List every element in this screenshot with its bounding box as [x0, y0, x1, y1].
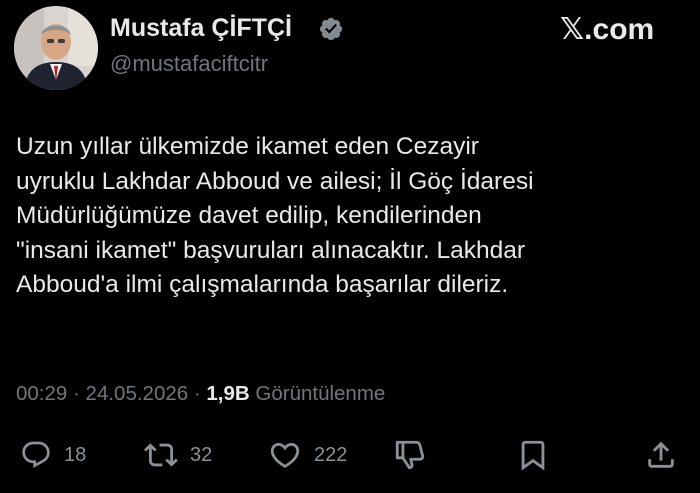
views-label: Görüntülenme: [255, 382, 386, 405]
tweet-text: Uzun yıllar ülkemizde ikamet eden Cezayi…: [16, 130, 691, 303]
meta-separator: ·: [73, 382, 80, 405]
like-button[interactable]: 222: [268, 432, 347, 478]
meta-separator: ·: [193, 382, 201, 405]
heart-icon: [270, 442, 300, 468]
dislike-button[interactable]: [393, 432, 427, 478]
user-handle[interactable]: @mustafaciftcitr: [110, 51, 268, 77]
tweet-actions: 18 32 222: [0, 432, 700, 478]
x-com-logo: 𝕏.com: [560, 13, 655, 46]
repost-icon: [144, 443, 178, 467]
views-count: 1,9B: [206, 382, 250, 405]
bookmark-button[interactable]: [516, 432, 550, 478]
display-name[interactable]: Mustafa ÇİFTÇİ: [110, 14, 292, 43]
tweet-time[interactable]: 00:29: [16, 382, 67, 405]
like-count: 222: [314, 443, 348, 466]
tweet-meta: 00:29 · 24.05.2026 · 1,9B Görüntülenme: [16, 382, 385, 406]
thumbs-down-icon: [395, 440, 425, 470]
tweet-text-line: Müdürlüğümüze davet edilip, kendilerinde…: [16, 202, 482, 229]
reply-button[interactable]: 18: [20, 432, 86, 478]
reply-icon: [22, 441, 50, 468]
reply-count: 18: [64, 443, 87, 466]
tweet-text-line: Uzun yıllar ülkemizde ikamet eden Cezayi…: [16, 133, 479, 160]
tweet-text-line: uyruklu Lakhdar Abboud ve ailesi; İl Göç…: [16, 167, 534, 195]
tweet-date[interactable]: 24.05.2026: [86, 382, 189, 405]
share-button[interactable]: [644, 432, 678, 478]
bookmark-icon: [521, 440, 545, 471]
share-icon: [648, 441, 674, 468]
avatar[interactable]: [14, 6, 98, 90]
repost-count: 32: [190, 443, 213, 466]
verified-badge-icon: [319, 17, 343, 41]
repost-button[interactable]: 32: [144, 432, 212, 478]
tweet-text-line: "insani ikamet" başvuruları alınacaktır.…: [16, 236, 526, 264]
tweet-text-line: Abboud'a ilmi çalışmalarında başarılar d…: [16, 271, 509, 298]
